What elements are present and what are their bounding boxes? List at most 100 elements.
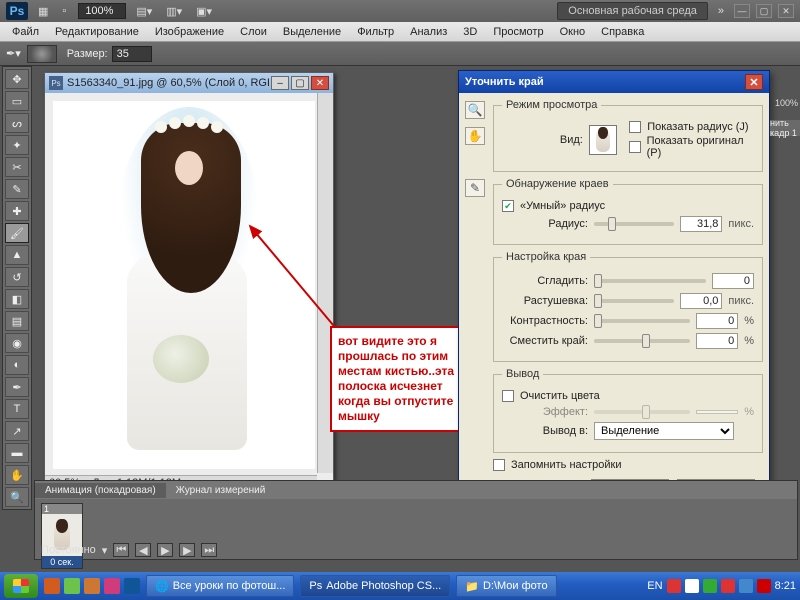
brush-size-input[interactable] [112,46,152,62]
ql-icon[interactable] [124,578,140,594]
brush-tool-icon[interactable]: ✒▾ [6,47,21,60]
smart-radius-checkbox[interactable]: ✔ [502,200,514,212]
refine-brush-icon[interactable]: ✎ [465,179,485,197]
radius-value[interactable]: 31,8 [680,216,722,232]
eraser-tool-icon[interactable]: ◧ [5,289,29,309]
frame-time[interactable]: 0 сек. [42,556,82,568]
zoom-level[interactable]: 100% [78,3,126,19]
document-canvas[interactable] [53,101,315,469]
crop-tool-icon[interactable]: ✂ [5,157,29,177]
radius-slider[interactable] [594,222,674,226]
tray-icon[interactable] [757,579,771,593]
workspace-switcher[interactable]: Основная рабочая среда [557,2,708,20]
task-folder[interactable]: 📁D:\Мои фото [456,575,556,597]
gradient-tool-icon[interactable]: ▤ [5,311,29,331]
tray-icon[interactable] [685,579,699,593]
quickselect-tool-icon[interactable]: ✦ [5,135,29,155]
windows-logo-icon [13,579,29,593]
smooth-value[interactable]: 0 [712,273,754,289]
arrange-docs-icon[interactable]: ▥▾ [162,3,186,20]
ql-icon[interactable] [44,578,60,594]
shift-value[interactable]: 0 [696,333,738,349]
menu-image[interactable]: Изображение [147,23,232,41]
screen-mode-icon[interactable]: ▣▾ [192,3,216,20]
decontaminate-label: Очистить цвета [520,390,600,402]
output-to-select[interactable]: Выделение [594,422,734,440]
view-mode-picker[interactable] [589,125,617,155]
next-frame-icon[interactable]: ▶ [179,543,195,557]
maximize-button[interactable]: ▢ [756,4,772,18]
blur-tool-icon[interactable]: ◉ [5,333,29,353]
show-radius-checkbox[interactable] [629,121,641,133]
menu-3d[interactable]: 3D [455,23,485,41]
menu-view[interactable]: Просмотр [485,23,551,41]
ql-icon[interactable] [64,578,80,594]
menu-layer[interactable]: Слои [232,23,275,41]
zoom-tool-mini-icon[interactable]: 🔍 [465,101,485,119]
frame-thumb-1[interactable]: 1 0 сек. [41,503,83,569]
menu-filter[interactable]: Фильтр [349,23,402,41]
hand-tool-mini-icon[interactable]: ✋ [465,127,485,145]
history-brush-icon[interactable]: ↺ [5,267,29,287]
feather-value[interactable]: 0,0 [680,293,722,309]
pen-tool-icon[interactable]: ✒ [5,377,29,397]
close-button[interactable]: ✕ [778,4,794,18]
view-extras-icon[interactable]: ▤▾ [132,3,156,20]
last-frame-icon[interactable]: ⏭ [201,543,217,557]
task-browser[interactable]: 🌐Все уроки по фотош... [146,575,294,597]
clock[interactable]: 8:21 [775,580,796,592]
contrast-slider[interactable] [594,319,690,323]
shift-slider[interactable] [594,339,690,343]
play-icon[interactable]: ▶ [157,543,173,557]
type-tool-icon[interactable]: T [5,399,29,419]
doc-close-button[interactable]: ✕ [311,76,329,90]
show-original-checkbox[interactable] [629,141,640,153]
right-tab[interactable]: нить кадр 1 [770,120,800,136]
lang-indicator[interactable]: EN [647,580,662,592]
brush-tool-icon[interactable]: 🖌 [5,223,29,243]
contrast-value[interactable]: 0 [696,313,738,329]
launch-bridge-icon[interactable]: ▦ [34,3,52,20]
decontaminate-checkbox[interactable] [502,390,514,402]
remember-checkbox[interactable] [493,459,505,471]
lasso-tool-icon[interactable]: ᔕ [5,113,29,133]
smooth-slider[interactable] [594,279,706,283]
tray-icon[interactable] [739,579,753,593]
start-button[interactable] [4,574,38,598]
doc-min-button[interactable]: – [271,76,289,90]
first-frame-icon[interactable]: ⏮ [113,543,129,557]
menu-window[interactable]: Окно [552,23,594,41]
path-tool-icon[interactable]: ↗ [5,421,29,441]
tray-icon[interactable] [667,579,681,593]
prev-frame-icon[interactable]: ◀ [135,543,151,557]
move-tool-icon[interactable]: ✥ [5,69,29,89]
menu-edit[interactable]: Редактирование [47,23,147,41]
menu-analysis[interactable]: Анализ [402,23,455,41]
hand-tool-icon[interactable]: ✋ [5,465,29,485]
tray-icon[interactable] [703,579,717,593]
eyedropper-tool-icon[interactable]: ✎ [5,179,29,199]
menu-select[interactable]: Выделение [275,23,349,41]
task-photoshop[interactable]: PsAdobe Photoshop CS... [300,575,450,597]
doc-max-button[interactable]: ▢ [291,76,309,90]
tray-icon[interactable] [721,579,735,593]
shape-tool-icon[interactable]: ▬ [5,443,29,463]
menu-help[interactable]: Справка [593,23,652,41]
brush-preset-picker[interactable] [27,45,57,63]
loop-mode[interactable]: Постоянно [41,544,96,556]
zoom-tool-icon[interactable]: 🔍 [5,487,29,507]
more-icon[interactable]: » [714,3,728,19]
tab-animation[interactable]: Анимация (покадровая) [35,483,166,498]
tab-measure-log[interactable]: Журнал измерений [166,483,276,498]
feather-slider[interactable] [594,299,674,303]
stamp-tool-icon[interactable]: ▲ [5,245,29,265]
minimize-button[interactable]: — [734,4,750,18]
menu-file[interactable]: Файл [4,23,47,41]
heal-tool-icon[interactable]: ✚ [5,201,29,221]
dialog-close-button[interactable]: ✕ [745,74,763,90]
minibridge-icon[interactable]: ▫ [58,3,70,19]
ql-icon[interactable] [104,578,120,594]
marquee-tool-icon[interactable]: ▭ [5,91,29,111]
ql-icon[interactable] [84,578,100,594]
dodge-tool-icon[interactable]: ◐ [5,355,29,375]
